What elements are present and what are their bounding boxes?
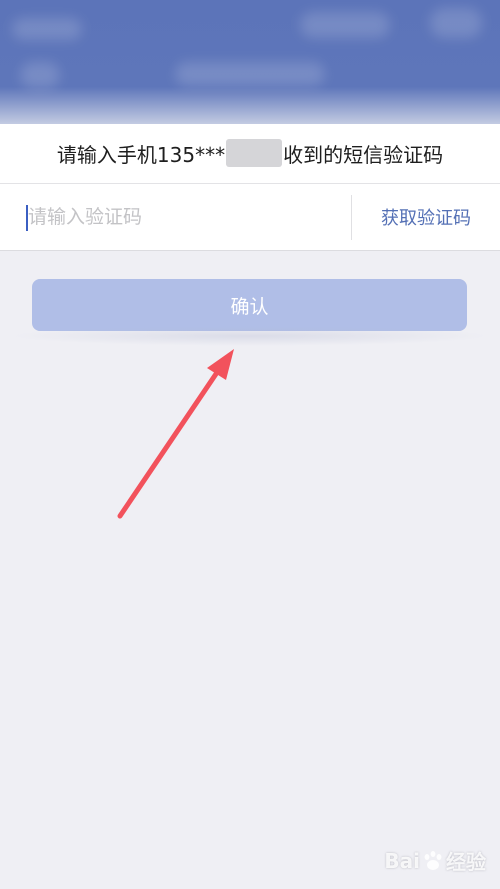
divider [0, 183, 500, 184]
instruction-prefix: 请输入手机135*** [56, 142, 226, 167]
watermark-left-text: Bai [384, 848, 420, 873]
confirm-button[interactable]: 确认 [32, 279, 467, 331]
masked-phone-digits [226, 139, 283, 167]
baidu-jingyan-watermark: Bai 经验 [384, 846, 486, 875]
instruction-suffix: 收到的短信验证码 [283, 142, 444, 167]
instruction-text: 请输入手机135*** 收到的短信验证码 [0, 124, 500, 182]
paw-icon [424, 850, 442, 870]
verification-code-input[interactable] [26, 196, 338, 238]
button-shadow [10, 326, 490, 346]
text-cursor [26, 205, 28, 231]
blurred-header [0, 0, 500, 124]
watermark-right-text: 经验 [446, 850, 486, 874]
divider [0, 250, 500, 251]
get-code-button[interactable]: 获取验证码 [352, 196, 500, 238]
